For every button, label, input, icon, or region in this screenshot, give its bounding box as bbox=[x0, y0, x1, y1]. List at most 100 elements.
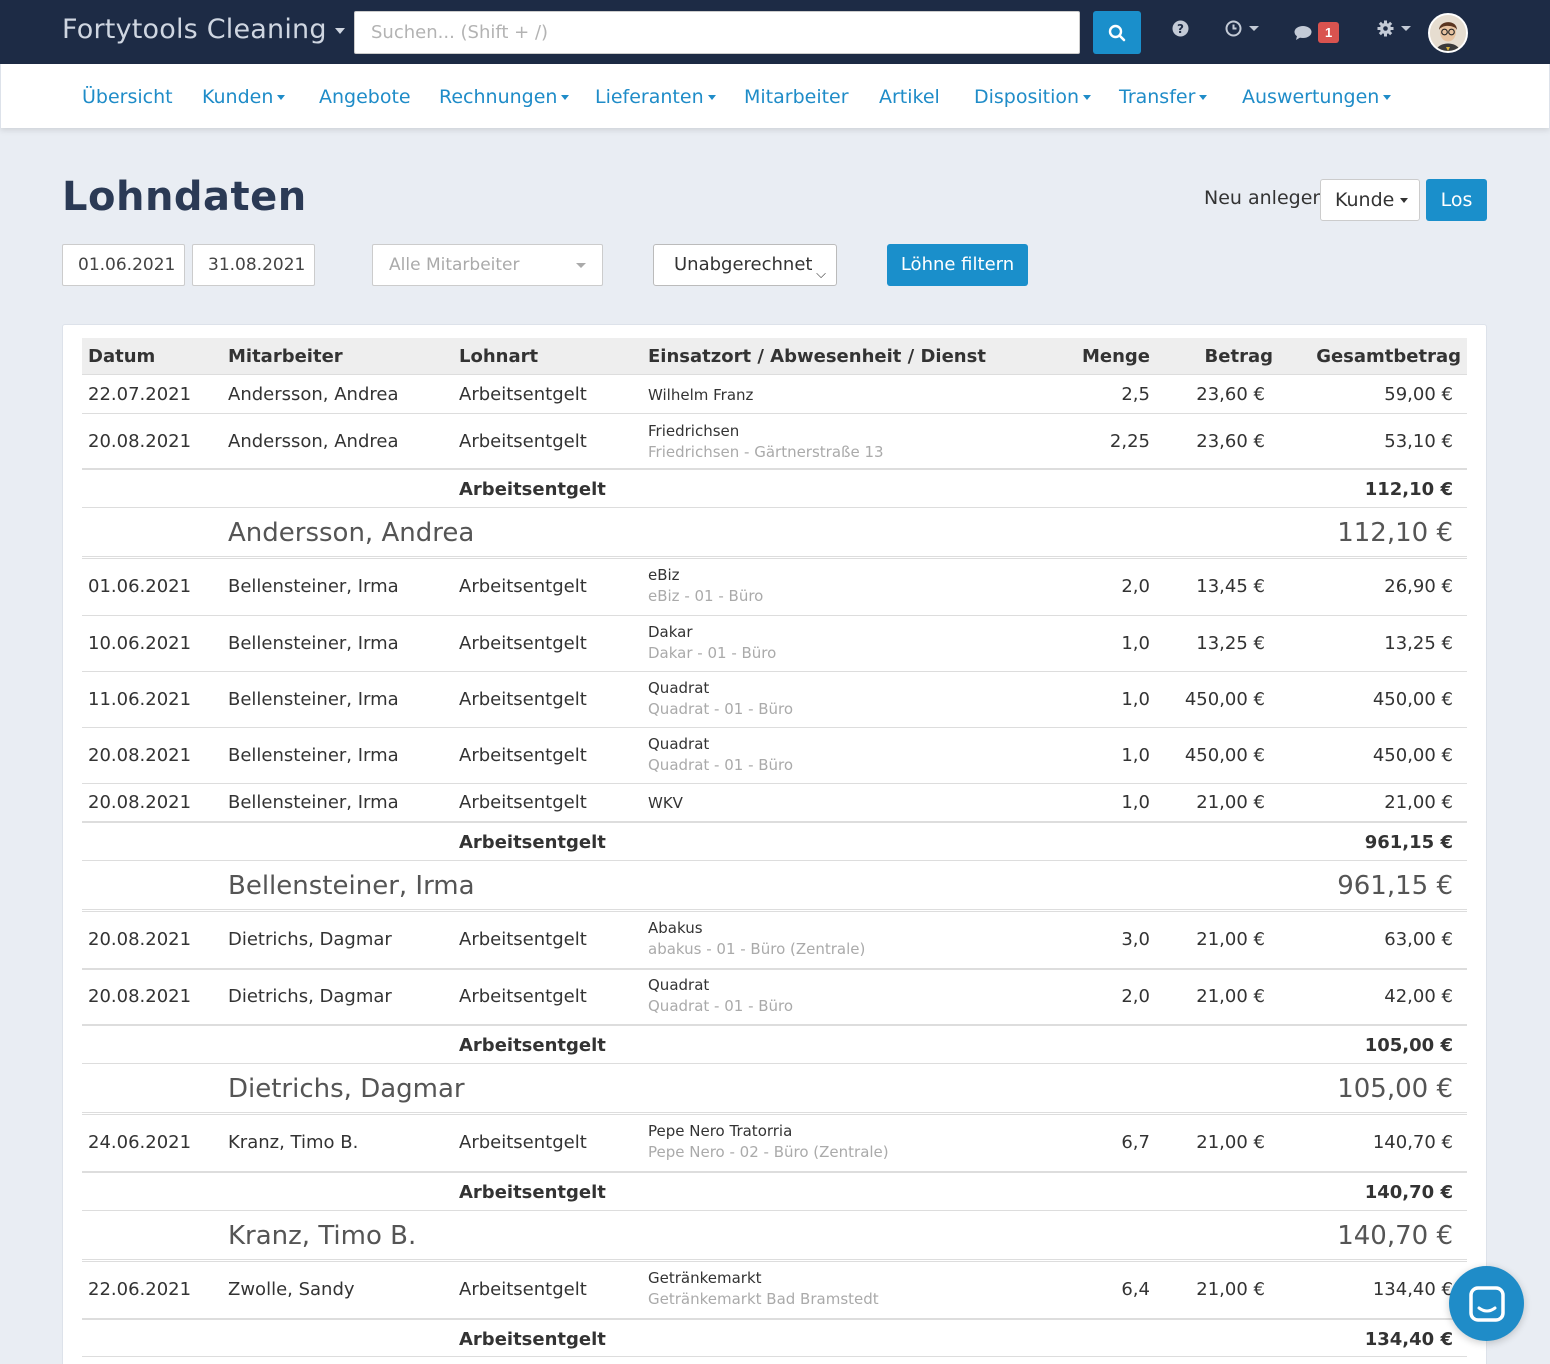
brand-name: Fortytools Cleaning bbox=[62, 14, 327, 45]
row-wage-type: Arbeitsentgelt bbox=[459, 633, 587, 654]
row-quantity: 2,5 bbox=[1121, 384, 1150, 405]
chat-icon bbox=[1468, 1285, 1505, 1322]
table-row[interactable]: 20.08.2021 Bellensteiner, Irma Arbeitsen… bbox=[82, 727, 1467, 783]
table-row[interactable]: 22.07.2021 Andersson, Andrea Arbeitsentg… bbox=[82, 374, 1467, 413]
row-location: WKV bbox=[648, 794, 683, 812]
row-employee: Bellensteiner, Irma bbox=[228, 633, 399, 654]
menu-item-mitarbeiter[interactable]: Mitarbeiter bbox=[744, 86, 849, 108]
row-wage-type: Arbeitsentgelt bbox=[459, 384, 587, 405]
menu-item-kunden[interactable]: Kunden bbox=[202, 86, 285, 108]
chat-launcher-button[interactable] bbox=[1449, 1266, 1524, 1341]
row-location-detail: Quadrat - 01 - Büro bbox=[648, 700, 794, 718]
date-from-input[interactable]: 01.06.2021 bbox=[62, 244, 185, 286]
row-location-detail: eBiz - 01 - Büro bbox=[648, 587, 764, 605]
row-quantity: 1,0 bbox=[1121, 792, 1150, 813]
table-header: Datum Mitarbeiter Lohnart Einsatzort / A… bbox=[82, 338, 1467, 374]
subtotal-row: Arbeitsentgelt 961,15 € bbox=[82, 821, 1467, 860]
menu-item-lieferanten[interactable]: Lieferanten bbox=[595, 86, 716, 108]
menu-item-auswertungen[interactable]: Auswertungen bbox=[1242, 86, 1391, 108]
table-row[interactable]: 20.08.2021 Bellensteiner, Irma Arbeitsen… bbox=[82, 783, 1467, 821]
row-amount: 450,00 € bbox=[1184, 745, 1265, 766]
table-row[interactable]: 22.06.2021 Zwolle, Sandy Arbeitsentgelt … bbox=[82, 1262, 1467, 1318]
search-button[interactable] bbox=[1093, 11, 1141, 54]
table-row[interactable]: 24.06.2021 Kranz, Timo B. Arbeitsentgelt… bbox=[82, 1115, 1467, 1171]
row-wage-type: Arbeitsentgelt bbox=[459, 1132, 587, 1153]
row-employee: Zwolle, Sandy bbox=[228, 1279, 355, 1300]
menu-item-disposition[interactable]: Disposition bbox=[974, 86, 1091, 108]
subtotal-row: Arbeitsentgelt 140,70 € bbox=[82, 1171, 1467, 1210]
menu-item-angebote[interactable]: Angebote bbox=[319, 86, 411, 108]
employee-total-name: Bellensteiner, Irma bbox=[228, 871, 475, 901]
table-row[interactable]: 10.06.2021 Bellensteiner, Irma Arbeitsen… bbox=[82, 615, 1467, 671]
row-wage-type: Arbeitsentgelt bbox=[459, 792, 587, 813]
row-location: Pepe Nero Tratorria bbox=[648, 1122, 793, 1140]
row-location-detail: abakus - 01 - Büro (Zentrale) bbox=[648, 940, 866, 958]
column-header-amount[interactable]: Betrag bbox=[1205, 346, 1273, 367]
row-amount: 21,00 € bbox=[1196, 1132, 1265, 1153]
employee-filter-select[interactable]: Alle Mitarbeiter bbox=[372, 244, 603, 286]
row-quantity: 1,0 bbox=[1121, 689, 1150, 710]
row-date: 01.06.2021 bbox=[88, 576, 192, 597]
column-header-quantity[interactable]: Menge bbox=[1082, 346, 1150, 367]
filter-wages-button[interactable]: Löhne filtern bbox=[887, 244, 1028, 286]
row-wage-type: Arbeitsentgelt bbox=[459, 929, 587, 950]
table-row[interactable]: 20.08.2021 Andersson, Andrea Arbeitsentg… bbox=[82, 413, 1467, 468]
row-date: 10.06.2021 bbox=[88, 633, 192, 654]
search-icon bbox=[1108, 24, 1126, 41]
caret-down-icon bbox=[1400, 198, 1409, 203]
subtotal-label: Arbeitsentgelt bbox=[459, 832, 606, 853]
menu-item-transfer[interactable]: Transfer bbox=[1119, 86, 1207, 108]
settings-dropdown[interactable] bbox=[1377, 20, 1411, 37]
brand-dropdown[interactable]: Fortytools Cleaning bbox=[62, 14, 345, 45]
row-date: 22.07.2021 bbox=[88, 384, 192, 405]
create-go-button[interactable]: Los bbox=[1426, 179, 1487, 221]
employee-total-row: Dietrichs, Dagmar 105,00 € bbox=[82, 1063, 1467, 1115]
row-location: Quadrat bbox=[648, 976, 710, 994]
menu-item-rechnungen[interactable]: Rechnungen bbox=[439, 86, 569, 108]
row-total: 26,90 € bbox=[1384, 576, 1453, 597]
table-row[interactable]: 20.08.2021 Dietrichs, Dagmar Arbeitsentg… bbox=[82, 912, 1467, 968]
row-total: 13,25 € bbox=[1384, 633, 1453, 654]
messages-button[interactable]: 1 bbox=[1294, 22, 1340, 43]
table-row[interactable]: 11.06.2021 Bellensteiner, Irma Arbeitsen… bbox=[82, 671, 1467, 727]
subtotal-value: 961,15 € bbox=[1364, 832, 1453, 853]
new-type-value: Kunde bbox=[1335, 189, 1395, 211]
employee-total-row: Kranz, Timo B. 140,70 € bbox=[82, 1210, 1467, 1262]
row-quantity: 2,25 bbox=[1109, 431, 1150, 452]
row-total: 63,00 € bbox=[1384, 929, 1453, 950]
row-location: Getränkemarkt bbox=[648, 1269, 762, 1287]
row-quantity: 2,0 bbox=[1121, 986, 1150, 1007]
row-total: 53,10 € bbox=[1384, 431, 1453, 452]
row-total: 450,00 € bbox=[1372, 745, 1453, 766]
caret-down-icon bbox=[576, 263, 586, 268]
menu-item-uebersicht[interactable]: Übersicht bbox=[82, 86, 173, 108]
column-header-date[interactable]: Datum bbox=[88, 346, 155, 367]
column-header-wage-type[interactable]: Lohnart bbox=[459, 346, 538, 367]
column-header-location[interactable]: Einsatzort / Abwesenheit / Dienst bbox=[648, 346, 986, 367]
column-header-total[interactable]: Gesamtbetrag bbox=[1316, 346, 1461, 367]
row-employee: Bellensteiner, Irma bbox=[228, 576, 399, 597]
messages-badge: 1 bbox=[1318, 22, 1340, 43]
row-date: 20.08.2021 bbox=[88, 986, 192, 1007]
row-location-detail: Quadrat - 01 - Büro bbox=[648, 997, 794, 1015]
employee-filter-placeholder: Alle Mitarbeiter bbox=[389, 255, 520, 275]
table-row[interactable]: 20.08.2021 Dietrichs, Dagmar Arbeitsentg… bbox=[82, 968, 1467, 1024]
help-button[interactable]: ? bbox=[1172, 20, 1189, 37]
menu-item-artikel[interactable]: Artikel bbox=[879, 86, 940, 108]
search-input[interactable] bbox=[354, 11, 1080, 54]
table-row[interactable]: 01.06.2021 Bellensteiner, Irma Arbeitsen… bbox=[82, 559, 1467, 615]
date-to-input[interactable]: 31.08.2021 bbox=[192, 244, 315, 286]
new-type-select[interactable]: Kunde bbox=[1320, 179, 1420, 221]
column-header-employee[interactable]: Mitarbeiter bbox=[228, 346, 343, 367]
row-amount: 13,25 € bbox=[1196, 633, 1265, 654]
time-dropdown[interactable] bbox=[1225, 20, 1259, 37]
row-amount: 21,00 € bbox=[1196, 929, 1265, 950]
user-avatar[interactable] bbox=[1428, 13, 1468, 53]
page-title: Lohndaten bbox=[62, 174, 307, 220]
employee-total-row: Andersson, Andrea 112,10 € bbox=[82, 507, 1467, 559]
status-filter-value: Unabgerechnet bbox=[674, 254, 813, 275]
row-location: Wilhelm Franz bbox=[648, 386, 754, 404]
status-filter-select[interactable]: Unabgerechnet ⌵ bbox=[653, 244, 837, 286]
row-amount: 450,00 € bbox=[1184, 689, 1265, 710]
row-date: 20.08.2021 bbox=[88, 431, 192, 452]
